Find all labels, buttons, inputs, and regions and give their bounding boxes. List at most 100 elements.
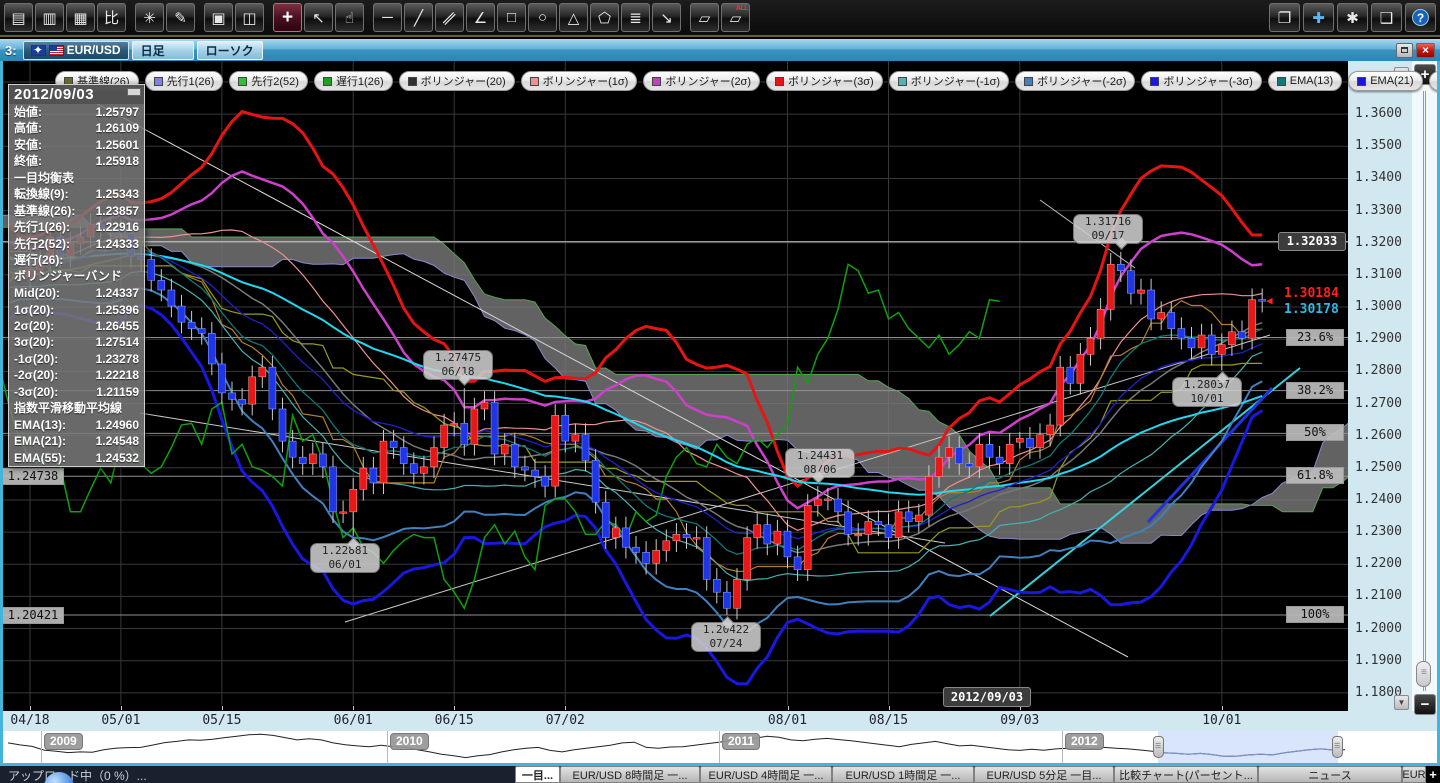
price-axis-label: 1.3000 [1355, 299, 1402, 314]
indicator-color-chip [1024, 77, 1033, 86]
info-label: 2σ(20): [14, 318, 54, 334]
price-axis-label: 1.2300 [1355, 524, 1402, 539]
price-scrollbar-handle[interactable] [1416, 661, 1431, 687]
year-badge: 2010 [390, 733, 429, 750]
indicator-button[interactable]: ボリンジャー(20) [399, 71, 515, 91]
task-button[interactable]: EUR/USD 8時間足 一... [560, 766, 700, 783]
compare-icon[interactable]: 比 [97, 3, 126, 32]
indicator-button[interactable]: ボリンジャー(1σ) [521, 71, 638, 91]
info-row: 終値:1.25918 [9, 153, 144, 169]
price-axis-label: 1.2100 [1355, 588, 1402, 603]
windows-icon[interactable]: ❐ [1269, 3, 1300, 32]
rect-tool-icon[interactable]: □ [497, 3, 526, 32]
year-badge: 2012 [1065, 733, 1104, 750]
cursor-tool-icon[interactable]: ↖ [304, 3, 333, 32]
indicator-button[interactable]: ボリンジャー(-2σ) [1015, 71, 1135, 91]
task-button[interactable]: 一目... [515, 766, 560, 783]
print-icon[interactable]: ❑ [1371, 3, 1402, 32]
info-panel-minimize-button[interactable] [127, 88, 141, 96]
info-row: 遅行(26): [9, 252, 144, 268]
save-icon[interactable]: ◫ [235, 3, 264, 32]
chart-titlebar: 3: ✦ EUR/USD 日足 ローソク × [0, 39, 1440, 61]
date-tick [1020, 706, 1021, 710]
indicator-button[interactable]: 先行2(52) [229, 71, 308, 91]
info-row: 始値:1.25797 [9, 104, 144, 120]
task-button[interactable]: EUR/USD 5分足 一目... [974, 766, 1114, 783]
indicator-color-chip [323, 77, 332, 86]
restore-window-button[interactable] [1396, 43, 1413, 58]
task-button[interactable]: ニュース [1258, 766, 1402, 783]
calendar-icon[interactable]: ▦ [66, 3, 95, 32]
info-value: 1.24333 [96, 236, 139, 252]
task-button[interactable]: EUR/USD 4時間足 一... [700, 766, 832, 783]
price-axis-label: 1.2600 [1355, 428, 1402, 443]
info-row: 3σ(20):1.27514 [9, 334, 144, 350]
info-row: -2σ(20):1.22218 [9, 367, 144, 383]
info-value: 1.24960 [96, 417, 139, 433]
spreadsheet-icon[interactable]: ▤ [4, 3, 33, 32]
hand-tool-icon[interactable]: ☝ [335, 3, 364, 32]
indicator-button[interactable]: ボリンジャー(-3σ) [1141, 71, 1261, 91]
indicator-button[interactable]: EMA(13) [1268, 71, 1342, 91]
history-navigator[interactable]: 2009201020112012 [0, 731, 1440, 763]
date-axis-label: 10/01 [1202, 713, 1241, 728]
info-row: -1σ(20):1.23278 [9, 351, 144, 367]
help-icon[interactable]: ? [1405, 3, 1436, 32]
task-button[interactable]: EUR [1402, 766, 1426, 783]
indicator-button[interactable]: ボリンジャー(-1σ) [889, 71, 1009, 91]
info-row: EMA(21):1.24548 [9, 433, 144, 449]
task-button[interactable]: EUR/USD 1時間足 一... [832, 766, 974, 783]
expand-icon[interactable]: ✚ [1303, 3, 1334, 32]
hline-tool-icon[interactable]: ─ [373, 3, 402, 32]
price-axis-label: 1.2500 [1355, 460, 1402, 475]
timeframe-selector[interactable]: 日足 [132, 41, 194, 60]
erase-all-icon[interactable]: ▱ALL [721, 3, 750, 32]
arrow-line-tool-icon[interactable]: ↘ [652, 3, 681, 32]
indicator-button[interactable]: ボリンジャー(3σ) [766, 71, 883, 91]
add-chart-button[interactable]: + [1426, 766, 1440, 783]
close-window-button[interactable]: × [1416, 43, 1435, 58]
chart-settings-icon[interactable]: ✳ [135, 3, 164, 32]
zoom-out-button[interactable]: − [1414, 694, 1436, 715]
settings-gear-icon[interactable]: ✱ [1337, 3, 1368, 32]
indicator-button[interactable]: EMA(21) [1348, 71, 1422, 91]
eraser-icon[interactable]: ▱ [690, 3, 719, 32]
crosshair-tool-icon[interactable]: + [273, 3, 302, 32]
trendline-tool-icon[interactable]: ╱ [404, 3, 433, 32]
price-axis-label: 1.3400 [1355, 170, 1402, 185]
angle-tool-icon[interactable]: ∠ [466, 3, 495, 32]
indicator-button[interactable]: ボリンジャー(2σ) [643, 71, 760, 91]
window-number: 3: [5, 43, 17, 58]
info-value: 1.26455 [96, 318, 139, 334]
indicator-color-chip [898, 77, 907, 86]
date-axis-label: 06/01 [334, 713, 373, 728]
layout-icon[interactable]: ▣ [204, 3, 233, 32]
price-axis[interactable]: 1.37001.36001.35001.34001.33001.32001.31… [1348, 61, 1412, 731]
ellipse-tool-icon[interactable]: ○ [528, 3, 557, 32]
task-button[interactable]: 比較チャート(パーセント... [1114, 766, 1258, 783]
report-add-icon[interactable]: ▥ [35, 3, 64, 32]
price-scrollbar-track[interactable] [1423, 91, 1426, 691]
info-value: 1.27514 [96, 334, 139, 350]
indicator-color-chip [652, 77, 661, 86]
date-axis[interactable]: 04/1805/0105/1506/0106/1507/0208/0108/15… [0, 711, 1440, 731]
indicator-button[interactable]: 遅行1(26) [314, 71, 393, 91]
pentagon-tool-icon[interactable]: ⬠ [590, 3, 619, 32]
info-label: 遅行(26): [14, 252, 63, 268]
indicator-color-chip [1150, 77, 1159, 86]
triangle-tool-icon[interactable]: △ [559, 3, 588, 32]
navigator-right-handle[interactable] [1332, 736, 1343, 758]
price-axis-label: 1.3200 [1355, 235, 1402, 250]
navigator-left-handle[interactable] [1153, 736, 1164, 758]
info-section-header: 指数平滑移動平均線 [9, 400, 144, 417]
date-tick [353, 706, 354, 710]
pencil-icon[interactable]: ✎ [166, 3, 195, 32]
chart-type-selector[interactable]: ローソク [197, 41, 263, 60]
parallel-lines-tool-icon[interactable]: ∥ [435, 3, 464, 32]
indicator-button[interactable]: 先行1(26) [145, 71, 224, 91]
price-scroll-column [1412, 61, 1437, 731]
fibo-tool-icon[interactable]: ≣ [621, 3, 650, 32]
symbol-selector[interactable]: ✦ EUR/USD [23, 41, 129, 60]
price-scroll-down-button[interactable]: ▼ [1394, 695, 1409, 710]
candlestick-chart[interactable] [0, 61, 1348, 705]
